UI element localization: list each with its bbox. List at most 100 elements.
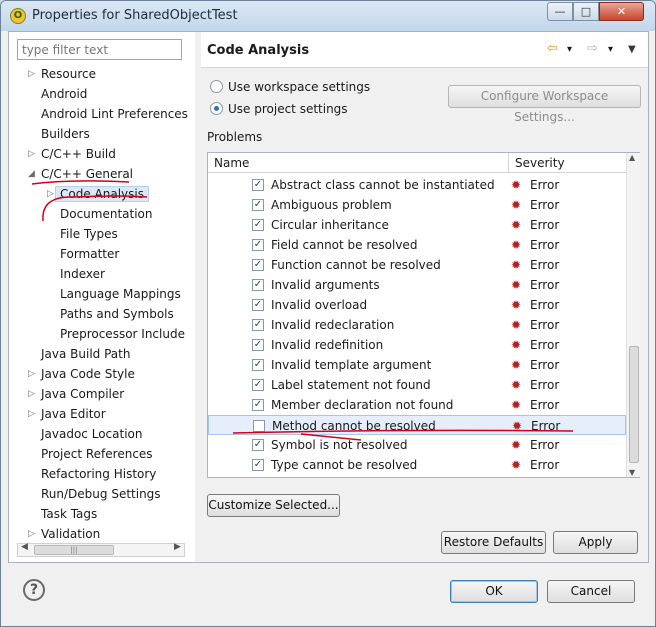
table-row[interactable]: ✓ Abstract class cannot be instantiated ✹ E…	[208, 175, 626, 195]
maximize-button[interactable]: □	[573, 2, 599, 21]
use-project-settings-radio[interactable]: Use project settings	[210, 100, 348, 118]
sidebar-item[interactable]: ▷ Resource	[28, 64, 96, 84]
filter-input[interactable]	[17, 39, 182, 60]
row-checkbox[interactable]	[253, 420, 265, 432]
row-checkbox[interactable]: ✓	[252, 179, 264, 191]
scroll-down-icon[interactable]: ▼	[629, 468, 635, 477]
scroll-up-icon[interactable]: ▲	[629, 153, 635, 162]
restore-defaults-button[interactable]: Restore Defaults	[441, 531, 546, 554]
back-menu-icon[interactable]: ▾	[567, 44, 572, 55]
sidebar-item[interactable]: Indexer	[60, 264, 105, 284]
configure-workspace-settings-button[interactable]: Configure Workspace Settings...	[448, 85, 641, 124]
collapsed-arrow-icon[interactable]: ▷	[28, 524, 38, 544]
severity-value[interactable]: Error	[530, 175, 559, 195]
sidebar-item[interactable]: Task Tags	[41, 504, 97, 524]
table-row[interactable]: ✓ Function cannot be resolved ✹ Error	[208, 255, 626, 275]
sidebar-item[interactable]: Builders	[41, 124, 90, 144]
row-checkbox[interactable]: ✓	[252, 459, 264, 471]
sidebar-item[interactable]: Android	[41, 84, 87, 104]
row-checkbox[interactable]: ✓	[252, 339, 264, 351]
table-row[interactable]: ✓ Type cannot be resolved ✹ Error	[208, 455, 626, 475]
table-row[interactable]: ✓ Ambiguous problem ✹ Error	[208, 195, 626, 215]
severity-value[interactable]: Error	[530, 375, 559, 395]
cancel-button[interactable]: Cancel	[547, 580, 635, 603]
use-workspace-settings-radio[interactable]: Use workspace settings	[210, 78, 370, 96]
severity-value[interactable]: Error	[530, 215, 559, 235]
collapsed-arrow-icon[interactable]: ▷	[28, 64, 38, 84]
view-menu-icon[interactable]: ▼	[628, 44, 636, 55]
row-checkbox[interactable]: ✓	[252, 239, 264, 251]
table-row[interactable]: ✓ Invalid arguments ✹ Error	[208, 275, 626, 295]
sidebar-item[interactable]: ▷ Java Code Style	[28, 364, 135, 384]
scroll-thumb[interactable]: |||	[34, 545, 114, 555]
severity-column-header[interactable]: Severity	[508, 153, 626, 173]
severity-value[interactable]: Error	[530, 275, 559, 295]
sidebar-item[interactable]: Android Lint Preferences	[41, 104, 188, 124]
scroll-left-icon[interactable]: ◀	[21, 542, 28, 552]
row-checkbox[interactable]: ✓	[252, 299, 264, 311]
tree-horizontal-scrollbar[interactable]: ◀ ||| ▶	[17, 542, 185, 557]
sidebar-item[interactable]: ▷ C/C++ Build	[28, 144, 116, 164]
title-bar[interactable]: O Properties for SharedObjectTest — □ ✕	[1, 1, 655, 31]
forward-menu-icon[interactable]: ▾	[608, 44, 613, 55]
row-checkbox[interactable]: ✓	[252, 219, 264, 231]
table-row[interactable]: ✓ Label statement not found ✹ Error	[208, 375, 626, 395]
expanded-arrow-icon[interactable]: ◢	[28, 164, 38, 184]
customize-selected-button[interactable]: Customize Selected...	[207, 494, 340, 517]
collapsed-arrow-icon[interactable]: ▷	[28, 384, 38, 404]
sidebar-item[interactable]: Java Build Path	[41, 344, 130, 364]
severity-value[interactable]: Error	[530, 395, 559, 415]
row-checkbox[interactable]: ✓	[252, 359, 264, 371]
back-arrow-icon[interactable]: ⇦	[547, 41, 558, 56]
name-column-header[interactable]: Name	[208, 153, 508, 173]
sidebar-item[interactable]: Run/Debug Settings	[41, 484, 161, 504]
sidebar-item[interactable]: Formatter	[60, 244, 119, 264]
row-checkbox[interactable]: ✓	[252, 279, 264, 291]
row-checkbox[interactable]: ✓	[252, 399, 264, 411]
close-button[interactable]: ✕	[599, 2, 644, 21]
table-row[interactable]: ✓ Invalid overload ✹ Error	[208, 295, 626, 315]
sidebar-item[interactable]: ▷ Validation	[28, 524, 100, 544]
sidebar-item[interactable]: Project References	[41, 444, 153, 464]
table-row[interactable]: ✓ Member declaration not found ✹ Error	[208, 395, 626, 415]
row-checkbox[interactable]: ✓	[252, 319, 264, 331]
collapsed-arrow-icon[interactable]: ▷	[28, 364, 38, 384]
table-row[interactable]: ✓ Invalid redefinition ✹ Error	[208, 335, 626, 355]
severity-value[interactable]: Error	[530, 435, 559, 455]
sidebar-item[interactable]: ▷ Code Analysis	[47, 184, 149, 204]
help-icon[interactable]: ?	[23, 579, 45, 601]
table-row[interactable]: ✓ Symbol is not resolved ✹ Error	[208, 435, 626, 455]
table-vertical-scrollbar[interactable]: ▲ ▼	[626, 153, 640, 477]
severity-value[interactable]: Error	[530, 335, 559, 355]
table-row[interactable]: ✓ Invalid template argument ✹ Error	[208, 355, 626, 375]
sidebar-item[interactable]: File Types	[60, 224, 118, 244]
severity-value[interactable]: Error	[531, 416, 560, 436]
radio-circle[interactable]	[210, 80, 223, 93]
minimize-button[interactable]: —	[547, 2, 573, 21]
sidebar-item[interactable]: Paths and Symbols	[60, 304, 174, 324]
forward-arrow-icon[interactable]: ⇨	[587, 41, 598, 56]
table-row[interactable]: Method cannot be resolved ✹ Error	[208, 415, 626, 435]
table-row[interactable]: ✓ Invalid redeclaration ✹ Error	[208, 315, 626, 335]
severity-value[interactable]: Error	[530, 315, 559, 335]
severity-value[interactable]: Error	[530, 455, 559, 475]
apply-button[interactable]: Apply	[553, 531, 638, 554]
sidebar-item[interactable]: ▷ Java Compiler	[28, 384, 124, 404]
sidebar-item[interactable]: ◢ C/C++ General	[28, 164, 133, 184]
severity-value[interactable]: Error	[530, 195, 559, 215]
collapsed-arrow-icon[interactable]: ▷	[28, 404, 38, 424]
table-row[interactable]: ✓ Field cannot be resolved ✹ Error	[208, 235, 626, 255]
collapsed-arrow-icon[interactable]: ▷	[28, 144, 38, 164]
sidebar-item[interactable]: Language Mappings	[60, 284, 181, 304]
sidebar-item[interactable]: Preprocessor Include	[60, 324, 185, 344]
row-checkbox[interactable]: ✓	[252, 439, 264, 451]
scroll-right-icon[interactable]: ▶	[174, 542, 181, 552]
sidebar-item[interactable]: Documentation	[60, 204, 153, 224]
sidebar-item[interactable]: ▷ Java Editor	[28, 404, 106, 424]
sidebar-item[interactable]: Refactoring History	[41, 464, 156, 484]
table-row[interactable]: ✓ Circular inheritance ✹ Error	[208, 215, 626, 235]
sidebar-item[interactable]: Javadoc Location	[41, 424, 142, 444]
collapsed-arrow-icon[interactable]: ▷	[47, 184, 57, 204]
row-checkbox[interactable]: ✓	[252, 259, 264, 271]
severity-value[interactable]: Error	[530, 255, 559, 275]
